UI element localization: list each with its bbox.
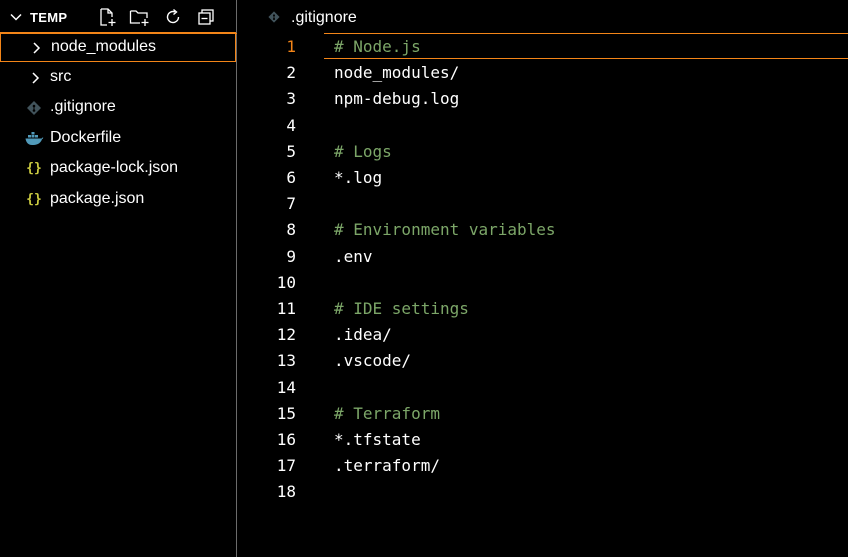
line-number: 9 [286,247,296,266]
explorer-header[interactable]: TEMP [0,0,237,34]
code-line[interactable]: 6 *.log [238,165,848,191]
tree-item-label: node_modules [51,38,156,55]
tab-label: .gitignore [291,9,357,26]
line-number: 10 [276,273,296,292]
line-number: 18 [276,482,296,501]
code-line[interactable]: 1 # Node.js [238,34,848,60]
tree-item-node-modules[interactable]: node_modules [0,32,236,62]
code-line[interactable]: 9 .env [238,244,848,270]
code-line[interactable]: 11 # IDE settings [238,296,848,322]
code-line[interactable]: 10 [238,270,848,296]
git-file-icon [27,101,41,115]
line-number: 12 [276,325,296,344]
code-text: # IDE settings [334,299,469,318]
code-line[interactable]: 2 node_modules/ [238,60,848,86]
line-number: 11 [276,299,296,318]
code-line[interactable]: 3 npm-debug.log [238,86,848,112]
explorer-title: TEMP [30,10,68,25]
line-number: 8 [286,220,296,239]
line-number: 7 [286,194,296,213]
editor-tab-bar: .gitignore [238,0,848,34]
code-text: node_modules/ [334,63,460,82]
tree-item-package-json[interactable]: {} package.json [0,185,236,215]
tree-item-label: src [50,68,72,85]
line-number: 14 [276,378,296,397]
line-number: 17 [276,456,296,475]
git-file-icon [268,11,280,23]
code-text: # Node.js [334,37,421,56]
code-line[interactable]: 5 # Logs [238,139,848,165]
code-line[interactable]: 18 [238,479,848,505]
new-file-icon[interactable] [97,7,117,27]
tree-item-label: .gitignore [50,98,116,115]
code-line[interactable]: 16 *.tfstate [238,427,848,453]
new-folder-icon[interactable] [129,7,149,27]
tab-gitignore[interactable]: .gitignore [238,0,408,34]
tree-item-dockerfile[interactable]: Dockerfile [0,124,236,154]
code-editor[interactable]: 1 # Node.js 2 node_modules/3 npm-debug.log 4 5… [238,33,848,557]
tree-item-label: package-lock.json [50,159,179,176]
code-text: # Environment variables [334,220,556,239]
line-number: 13 [276,351,296,370]
line-number: 2 [286,63,296,82]
explorer-sidebar: TEMP node_modules src .gitignore Dockerf… [0,0,237,557]
code-line[interactable]: 4 [238,113,848,139]
code-text: npm-debug.log [334,89,460,108]
tree-item-label: package.json [50,190,145,207]
code-text: .terraform/ [334,456,440,475]
line-number: 1 [286,37,296,56]
code-line[interactable]: 8 # Environment variables [238,217,848,243]
refresh-icon[interactable] [163,7,183,27]
code-text: .idea/ [334,325,392,344]
code-text: .env [334,247,373,266]
code-text: # Logs [334,142,392,161]
line-number: 3 [286,89,296,108]
code-line[interactable]: 17 .terraform/ [238,453,848,479]
code-line[interactable]: 15 # Terraform [238,401,848,427]
code-line[interactable]: 13 .vscode/ [238,348,848,374]
line-number: 6 [286,168,296,187]
line-number: 4 [286,116,296,135]
chevron-right-icon[interactable] [30,40,44,56]
json-file-icon: {} [26,192,42,207]
tree-item-src[interactable]: src [0,63,236,93]
json-file-icon: {} [26,161,42,176]
code-line[interactable]: 14 [238,375,848,401]
code-text: # Terraform [334,404,440,423]
line-number: 15 [276,404,296,423]
code-text: .vscode/ [334,351,412,370]
code-text: *.tfstate [334,430,421,449]
line-number: 16 [276,430,296,449]
code-line[interactable]: 12 .idea/ [238,322,848,348]
tree-item-label: Dockerfile [50,129,122,146]
docker-file-icon [25,132,44,145]
line-number: 5 [286,142,296,161]
code-line[interactable]: 7 [238,191,848,217]
chevron-down-icon[interactable] [8,9,24,25]
chevron-right-icon[interactable] [29,70,43,86]
tree-item-package-lock-json[interactable]: {} package-lock.json [0,154,236,184]
code-text: *.log [334,168,383,187]
tree-item-gitignore[interactable]: .gitignore [0,93,236,123]
collapse-all-icon[interactable] [196,7,216,27]
